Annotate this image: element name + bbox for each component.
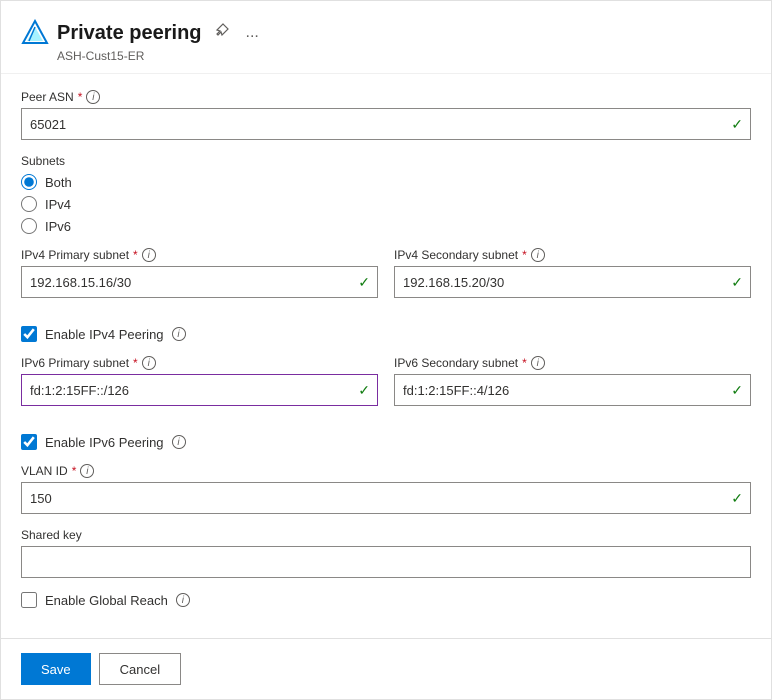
ipv4-subnet-row: IPv4 Primary subnet * i ✓ IPv4 Secondary… <box>21 248 751 312</box>
shared-key-label: Shared key <box>21 528 751 542</box>
subnet-ipv6-label: IPv6 <box>45 219 71 234</box>
ipv6-primary-label: IPv6 Primary subnet * i <box>21 356 378 370</box>
ipv4-secondary-label: IPv4 Secondary subnet * i <box>394 248 751 262</box>
peer-asn-valid-icon: ✓ <box>731 116 743 133</box>
subnet-ipv6-radio[interactable] <box>21 218 37 234</box>
save-button[interactable]: Save <box>21 653 91 685</box>
ipv4-primary-label: IPv4 Primary subnet * i <box>21 248 378 262</box>
enable-global-reach-info-icon[interactable]: i <box>176 593 190 607</box>
enable-global-reach-label: Enable Global Reach <box>45 593 168 608</box>
ipv6-primary-input[interactable] <box>21 374 378 406</box>
ipv6-secondary-label: IPv6 Secondary subnet * i <box>394 356 751 370</box>
shared-key-group: Shared key <box>21 528 751 578</box>
subnet-ipv4-label: IPv4 <box>45 197 71 212</box>
ipv4-secondary-valid-icon: ✓ <box>731 274 743 291</box>
enable-ipv4-peering-checkbox[interactable] <box>21 326 37 342</box>
subnet-ipv4-option[interactable]: IPv4 <box>21 196 751 212</box>
ipv4-secondary-input[interactable] <box>394 266 751 298</box>
subnet-both-radio[interactable] <box>21 174 37 190</box>
enable-ipv6-peering-group: Enable IPv6 Peering i <box>21 434 751 450</box>
header: Private peering ... ASH-Cust15-ER <box>1 1 771 74</box>
ipv4-primary-input-wrapper: ✓ <box>21 266 378 298</box>
peer-asn-label: Peer ASN * i <box>21 90 751 104</box>
content-area: Peer ASN * i ✓ Subnets Both IPv4 <box>1 74 771 638</box>
ipv4-secondary-info-icon[interactable]: i <box>531 248 545 262</box>
enable-ipv4-peering-info-icon[interactable]: i <box>172 327 186 341</box>
ipv4-secondary-group: IPv4 Secondary subnet * i ✓ <box>394 248 751 298</box>
panel: Private peering ... ASH-Cust15-ER Peer A… <box>0 0 772 700</box>
vlan-id-valid-icon: ✓ <box>731 490 743 507</box>
vlan-id-input-wrapper: ✓ <box>21 482 751 514</box>
footer: Save Cancel <box>1 638 771 699</box>
ipv6-secondary-input[interactable] <box>394 374 751 406</box>
vlan-id-label: VLAN ID * i <box>21 464 751 478</box>
more-options-icon[interactable]: ... <box>242 22 263 44</box>
peer-asn-info-icon[interactable]: i <box>86 90 100 104</box>
enable-ipv4-peering-group: Enable IPv4 Peering i <box>21 326 751 342</box>
ipv6-primary-input-wrapper: ✓ <box>21 374 378 406</box>
ipv6-primary-group: IPv6 Primary subnet * i ✓ <box>21 356 378 406</box>
enable-ipv4-peering-label: Enable IPv4 Peering <box>45 327 164 342</box>
ipv6-secondary-info-icon[interactable]: i <box>531 356 545 370</box>
enable-ipv6-peering-info-icon[interactable]: i <box>172 435 186 449</box>
title-row: Private peering ... <box>21 19 751 47</box>
vlan-id-info-icon[interactable]: i <box>80 464 94 478</box>
peer-asn-input[interactable] <box>21 108 751 140</box>
enable-global-reach-checkbox[interactable] <box>21 592 37 608</box>
subnet-both-option[interactable]: Both <box>21 174 751 190</box>
subnet-ipv4-radio[interactable] <box>21 196 37 212</box>
cancel-button[interactable]: Cancel <box>99 653 181 685</box>
shared-key-input[interactable] <box>21 546 751 578</box>
peer-asn-required: * <box>78 90 83 104</box>
vlan-id-input[interactable] <box>21 482 751 514</box>
subnets-group: Subnets Both IPv4 IPv6 <box>21 154 751 234</box>
header-subtitle: ASH-Cust15-ER <box>57 49 751 63</box>
azure-logo-icon <box>21 19 49 47</box>
peer-asn-group: Peer ASN * i ✓ <box>21 90 751 140</box>
pin-icon[interactable] <box>210 21 234 46</box>
subnets-radio-group: Both IPv4 IPv6 <box>21 174 751 234</box>
enable-ipv6-peering-label: Enable IPv6 Peering <box>45 435 164 450</box>
vlan-id-group: VLAN ID * i ✓ <box>21 464 751 514</box>
enable-ipv6-peering-checkbox[interactable] <box>21 434 37 450</box>
subnet-both-label: Both <box>45 175 72 190</box>
ipv6-primary-valid-icon: ✓ <box>358 382 370 399</box>
ipv6-primary-info-icon[interactable]: i <box>142 356 156 370</box>
ipv6-subnet-row: IPv6 Primary subnet * i ✓ IPv6 Secondary… <box>21 356 751 420</box>
peer-asn-input-wrapper: ✓ <box>21 108 751 140</box>
shared-key-input-wrapper <box>21 546 751 578</box>
subnets-label: Subnets <box>21 154 751 168</box>
subnet-ipv6-option[interactable]: IPv6 <box>21 218 751 234</box>
ipv4-primary-input[interactable] <box>21 266 378 298</box>
page-title: Private peering <box>57 22 202 45</box>
ipv4-primary-group: IPv4 Primary subnet * i ✓ <box>21 248 378 298</box>
ipv4-primary-info-icon[interactable]: i <box>142 248 156 262</box>
ipv6-secondary-group: IPv6 Secondary subnet * i ✓ <box>394 356 751 406</box>
ipv6-secondary-input-wrapper: ✓ <box>394 374 751 406</box>
ipv6-secondary-valid-icon: ✓ <box>731 382 743 399</box>
ipv4-primary-valid-icon: ✓ <box>358 274 370 291</box>
ipv4-secondary-input-wrapper: ✓ <box>394 266 751 298</box>
enable-global-reach-group: Enable Global Reach i <box>21 592 751 608</box>
